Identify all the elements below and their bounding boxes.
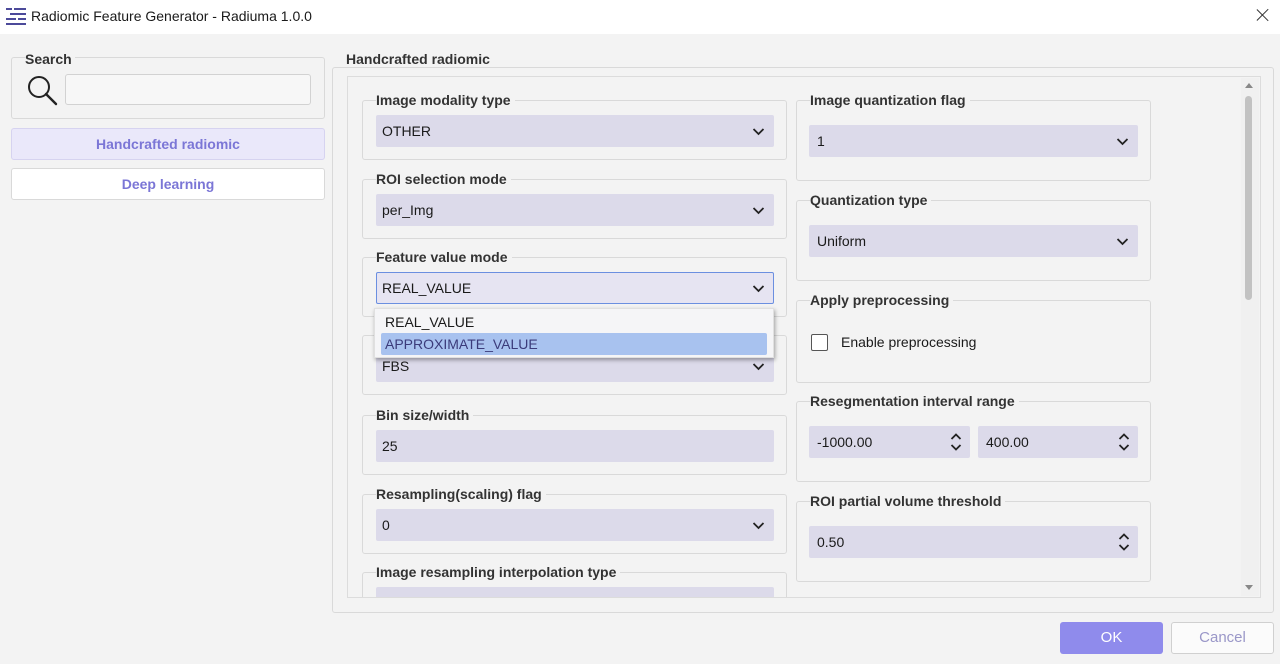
roi-mode-value: per_Img bbox=[382, 202, 434, 218]
bin-size-value: 25 bbox=[382, 438, 398, 454]
chevron-down-icon bbox=[753, 285, 764, 293]
quant-flag-value: 1 bbox=[817, 133, 825, 149]
resampling-flag-label: Resampling(scaling) flag bbox=[376, 486, 546, 502]
nav-handcrafted-radiomic[interactable]: Handcrafted radiomic bbox=[11, 128, 325, 160]
resampling-flag-value: 0 bbox=[382, 517, 390, 533]
cancel-button[interactable]: Cancel bbox=[1171, 622, 1274, 654]
window-title: Radiomic Feature Generator - Radiuma 1.0… bbox=[31, 8, 312, 24]
nav-deep-learning[interactable]: Deep learning bbox=[11, 168, 325, 200]
quant-type-value: Uniform bbox=[817, 233, 867, 249]
feature-mode-value: REAL_VALUE bbox=[382, 280, 472, 296]
roi-mode-label: ROI selection mode bbox=[376, 171, 511, 187]
interp-type-select[interactable] bbox=[376, 587, 774, 597]
quant-flag-label: Image quantization flag bbox=[810, 92, 970, 108]
chevron-down-icon bbox=[753, 363, 764, 371]
close-window-button[interactable] bbox=[1254, 6, 1272, 24]
main-group-title: Handcrafted radiomic bbox=[346, 51, 494, 67]
feature-mode-label: Feature value mode bbox=[376, 249, 512, 265]
chevron-down-icon bbox=[753, 207, 764, 215]
search-icon bbox=[28, 76, 58, 106]
feature-mode-dropdown-list[interactable]: REAL_VALUE APPROXIMATE_VALUE bbox=[374, 308, 774, 358]
scroll-up-arrow[interactable] bbox=[1245, 83, 1253, 88]
ok-button[interactable]: OK bbox=[1060, 622, 1163, 654]
feature-mode-select[interactable]: REAL_VALUE bbox=[376, 272, 774, 304]
quant-flag-select[interactable]: 1 bbox=[809, 125, 1138, 157]
enable-preprocessing-label[interactable]: Enable preprocessing bbox=[841, 334, 976, 350]
resampling-flag-select[interactable]: 0 bbox=[376, 509, 774, 541]
dropdown-option-real-value[interactable]: REAL_VALUE bbox=[381, 311, 767, 333]
spin-arrows-icon[interactable] bbox=[1118, 532, 1130, 552]
roi-pv-value: 0.50 bbox=[817, 534, 845, 550]
reseg-min-value: -1000.00 bbox=[817, 434, 873, 450]
enable-preprocessing-checkbox[interactable] bbox=[811, 334, 828, 351]
chevron-down-icon bbox=[753, 128, 764, 136]
spin-arrows-icon[interactable] bbox=[1118, 432, 1130, 452]
scroll-down-arrow[interactable] bbox=[1245, 585, 1253, 590]
reseg-label: Resegmentation interval range bbox=[810, 393, 1019, 409]
reseg-min-spinbox[interactable]: -1000.00 bbox=[809, 426, 970, 458]
modality-select[interactable]: OTHER bbox=[376, 115, 774, 147]
discretization-value: FBS bbox=[382, 358, 410, 374]
reseg-max-value: 400.00 bbox=[986, 434, 1029, 450]
title-bar: Radiomic Feature Generator - Radiuma 1.0… bbox=[0, 0, 1280, 34]
search-input[interactable] bbox=[65, 74, 311, 105]
chevron-down-icon bbox=[753, 522, 764, 530]
bin-size-label: Bin size/width bbox=[376, 407, 474, 423]
dropdown-option-approximate-value[interactable]: APPROXIMATE_VALUE bbox=[381, 333, 767, 355]
roi-pv-label: ROI partial volume threshold bbox=[810, 493, 1006, 509]
spin-arrows-icon[interactable] bbox=[950, 432, 962, 452]
modality-label: Image modality type bbox=[376, 92, 515, 108]
scrollbar-thumb[interactable] bbox=[1245, 96, 1252, 300]
roi-pv-spinbox[interactable]: 0.50 bbox=[809, 526, 1138, 558]
reseg-max-spinbox[interactable]: 400.00 bbox=[978, 426, 1138, 458]
preprocessing-label: Apply preprocessing bbox=[810, 292, 954, 308]
interp-type-label: Image resampling interpolation type bbox=[376, 564, 621, 580]
roi-mode-select[interactable]: per_Img bbox=[376, 194, 774, 226]
quant-type-select[interactable]: Uniform bbox=[809, 225, 1138, 257]
chevron-down-icon bbox=[1117, 238, 1128, 246]
chevron-down-icon bbox=[1117, 138, 1128, 146]
modality-value: OTHER bbox=[382, 123, 431, 139]
vertical-scrollbar[interactable] bbox=[1241, 78, 1259, 596]
app-logo-icon bbox=[6, 8, 26, 25]
search-label: Search bbox=[25, 51, 75, 67]
bin-size-input[interactable]: 25 bbox=[376, 430, 774, 462]
quant-type-label: Quantization type bbox=[810, 192, 932, 208]
